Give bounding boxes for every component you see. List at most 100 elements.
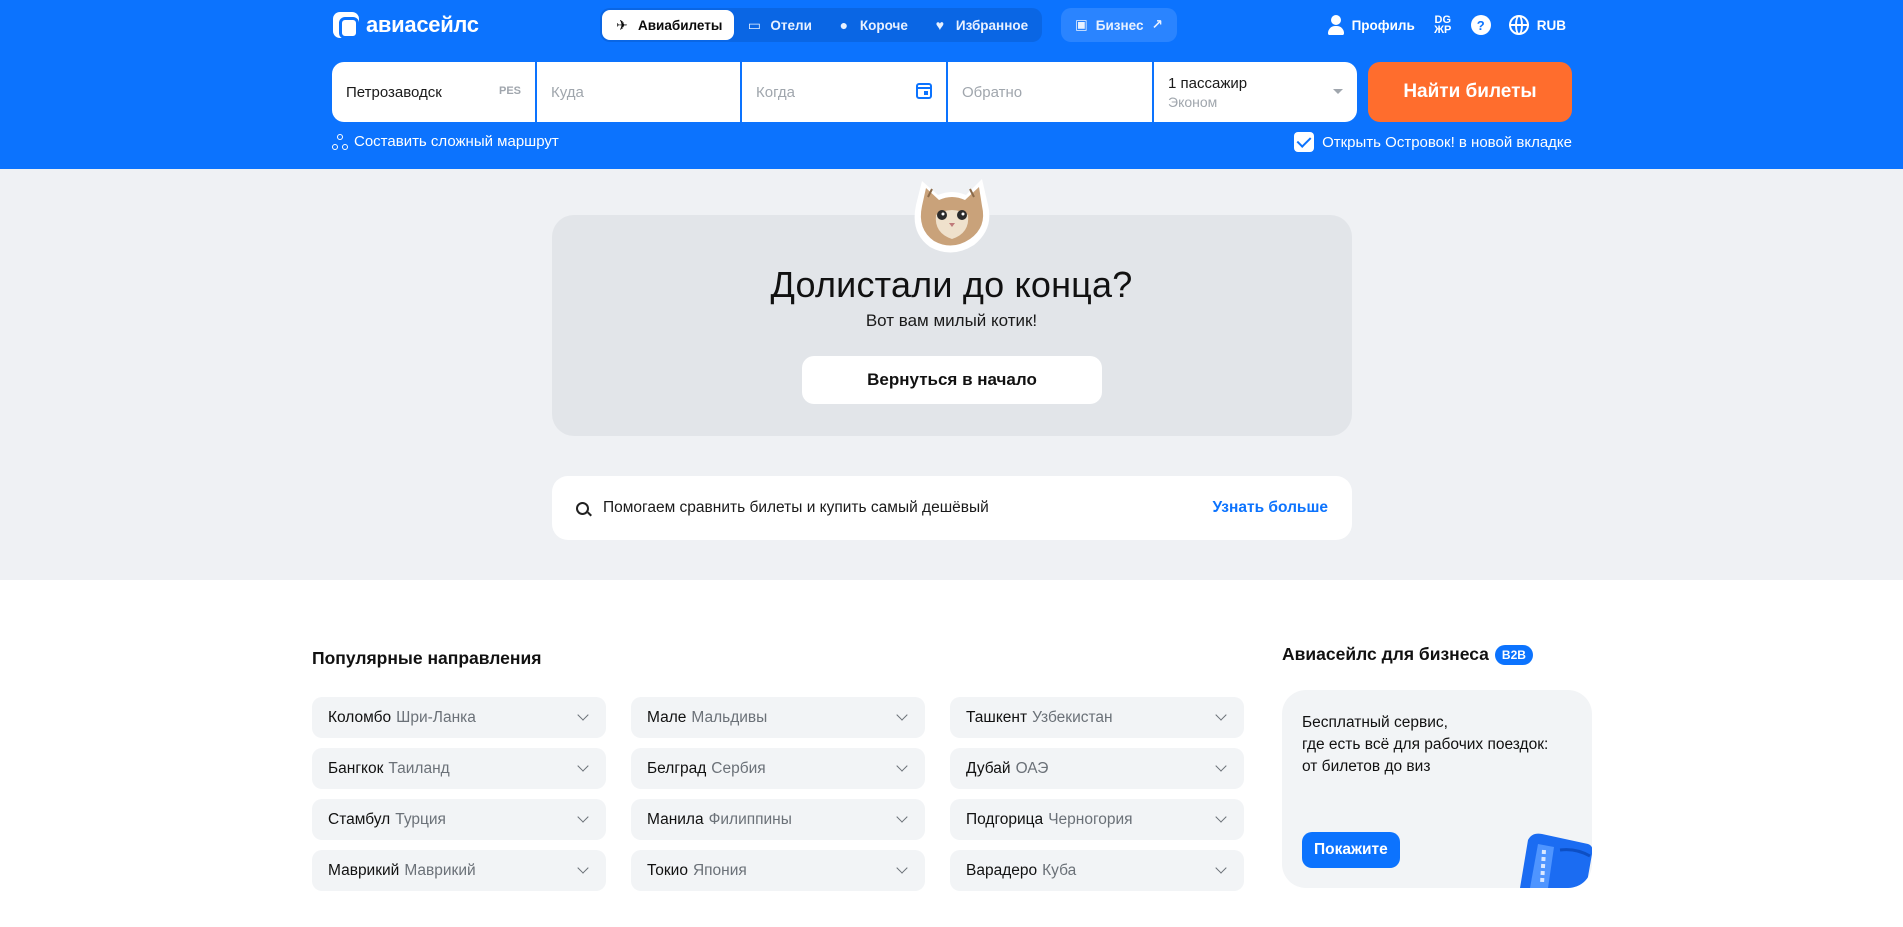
popular-destination-item[interactable]: Бангкок Таиланд xyxy=(312,748,606,789)
popular-destination-item[interactable]: Белград Сербия xyxy=(631,748,925,789)
product-nav: ✈ Авиабилеты ▭ Отели ● Короче ♥ Избранное xyxy=(600,8,1043,42)
destination-country: Шри-Ланка xyxy=(396,708,476,726)
destination-city: Белград xyxy=(647,759,707,777)
destination-field[interactable] xyxy=(537,62,740,122)
business-illustration xyxy=(1520,833,1592,888)
destination-country: ОАЭ xyxy=(1015,759,1049,777)
chevron-down-icon xyxy=(577,862,589,874)
header: авиасейлс ✈ Авиабилеты ▭ Отели ● Короче ♥ Избра… xyxy=(0,0,1903,169)
b2b-badge: B2B xyxy=(1494,644,1533,665)
destination-country: Маврикий xyxy=(404,861,476,879)
passengers-select[interactable]: 1 пассажир Эконом xyxy=(1154,62,1357,122)
back-to-top-button[interactable]: Вернуться в начало xyxy=(802,356,1102,404)
popular-grid: Коломбо Шри-Ланка Мале Мальдивы Ташкент Узбек… xyxy=(312,697,1246,891)
tab-1[interactable]: ✈ Авиабилеты xyxy=(602,10,735,40)
business-title-text: Авиасейлс для бизнеса xyxy=(1282,644,1489,664)
destination-city: Дубай xyxy=(966,759,1011,777)
destination-country: Таиланд xyxy=(388,759,450,777)
chevron-down-icon xyxy=(896,709,908,721)
depart-date-input[interactable] xyxy=(756,83,932,101)
show-business-button[interactable]: Покажите xyxy=(1302,832,1400,868)
info-text: Помогаем сравнить билеты и купить самый … xyxy=(603,499,989,516)
popular-destination-item[interactable]: Маврикий Маврикий xyxy=(312,850,606,891)
dark-mode-toggle[interactable]: DG ЖР xyxy=(1433,14,1453,36)
tab-2[interactable]: ▭ Отели xyxy=(734,10,824,40)
chevron-down-icon xyxy=(1333,89,1343,94)
currency-button[interactable]: RUB xyxy=(1508,15,1566,35)
calendar-icon[interactable] xyxy=(916,83,932,99)
tab-label: Избранное xyxy=(955,17,1029,33)
tab-label: Короче xyxy=(859,17,908,33)
complex-route-link[interactable]: Составить сложный маршрут xyxy=(332,133,559,150)
cat-sticker-image xyxy=(914,179,990,253)
return-date-field[interactable] xyxy=(948,62,1152,122)
find-tickets-button[interactable]: Найти билеты xyxy=(1368,62,1572,122)
chevron-down-icon xyxy=(577,709,589,721)
info-bar: Помогаем сравнить билеты и купить самый … xyxy=(552,476,1352,540)
tab-3[interactable]: ● Короче xyxy=(824,10,920,40)
destination-country: Узбекистан xyxy=(1032,708,1113,726)
tab-4[interactable]: ♥ Избранное xyxy=(920,10,1040,40)
business-card: Бесплатный сервис, где есть всё для рабо… xyxy=(1282,690,1592,888)
business-link[interactable]: ▣ Бизнес ↗ xyxy=(1061,8,1177,42)
help-icon: ? xyxy=(1470,15,1491,35)
chevron-down-icon xyxy=(1215,811,1227,823)
popular-destination-item[interactable]: Манила Филиппины xyxy=(631,799,925,840)
cabin-class: Эконом xyxy=(1168,93,1218,110)
destination-city: Коломбо xyxy=(328,708,392,726)
complex-route-label: Составить сложный маршрут xyxy=(354,133,559,150)
destination-country: Япония xyxy=(692,861,747,879)
external-arrow-icon: ↗ xyxy=(1151,17,1163,32)
help-button[interactable]: ? xyxy=(1470,15,1491,35)
pin-icon: ● xyxy=(839,17,849,33)
destination-city: Ташкент xyxy=(966,708,1028,726)
destination-city: Бангкок xyxy=(328,759,384,777)
origin-iata: PES xyxy=(498,85,521,97)
origin-field[interactable]: Петрозаводск PES xyxy=(332,62,535,122)
tab-label: Отели xyxy=(770,17,812,33)
checkbox-checked-icon[interactable] xyxy=(1294,132,1315,152)
user-icon xyxy=(1327,15,1344,35)
popular-destination-item[interactable]: Коломбо Шри-Ланка xyxy=(312,697,606,738)
popular-destination-item[interactable]: Стамбул Турция xyxy=(312,799,606,840)
destination-city: Манила xyxy=(647,810,704,828)
chevron-down-icon xyxy=(896,760,908,772)
profile-button[interactable]: Профиль xyxy=(1327,15,1415,35)
popular-destination-item[interactable]: Дубай ОАЭ xyxy=(950,748,1244,789)
chevron-down-icon xyxy=(1215,760,1227,772)
destination-country: Сербия xyxy=(711,759,766,777)
destination-input[interactable] xyxy=(551,83,726,101)
chevron-down-icon xyxy=(896,811,908,823)
popular-destination-item[interactable]: Подгорица Черногория xyxy=(950,799,1244,840)
destination-city: Варадеро xyxy=(966,861,1038,879)
learn-more-link[interactable]: Узнать больше xyxy=(1212,499,1328,517)
business-label: Бизнес xyxy=(1095,17,1144,33)
destination-city: Маврикий xyxy=(328,861,400,879)
chevron-down-icon xyxy=(1215,709,1227,721)
destination-country: Черногория xyxy=(1048,810,1133,828)
destination-country: Турция xyxy=(395,810,446,828)
open-ostrovok-checkbox[interactable]: Открыть Островок! в новой вкладке xyxy=(1294,132,1572,152)
popular-destination-item[interactable]: Мале Мальдивы xyxy=(631,697,925,738)
chevron-down-icon xyxy=(577,760,589,772)
popular-destination-item[interactable]: Токио Япония xyxy=(631,850,925,891)
business-text: Бесплатный сервис, где есть всё для рабо… xyxy=(1302,714,1549,775)
business-title: Авиасейлс для бизнеса B2B xyxy=(1282,644,1533,665)
open-ostrovok-label: Открыть Островок! в новой вкладке xyxy=(1322,133,1572,151)
popular-destination-item[interactable]: Ташкент Узбекистан xyxy=(950,697,1244,738)
tab-label: Авиабилеты xyxy=(638,17,723,33)
destination-country: Филиппины xyxy=(708,810,792,828)
briefcase-icon: ▣ xyxy=(1075,17,1088,32)
depart-date-field[interactable] xyxy=(742,62,946,122)
dark-mode-icon: DG ЖР xyxy=(1434,14,1452,36)
bed-icon: ▭ xyxy=(747,16,761,33)
logo[interactable]: авиасейлс xyxy=(333,12,479,39)
heart-icon: ♥ xyxy=(935,17,945,33)
currency-label: RUB xyxy=(1536,17,1566,33)
passengers-count: 1 пассажир xyxy=(1168,74,1248,92)
destination-city: Стамбул xyxy=(328,810,391,828)
logo-icon xyxy=(333,12,359,39)
popular-destination-item[interactable]: Варадеро Куба xyxy=(950,850,1244,891)
popular-title: Популярные направления xyxy=(312,648,542,668)
return-date-input[interactable] xyxy=(962,83,1138,101)
